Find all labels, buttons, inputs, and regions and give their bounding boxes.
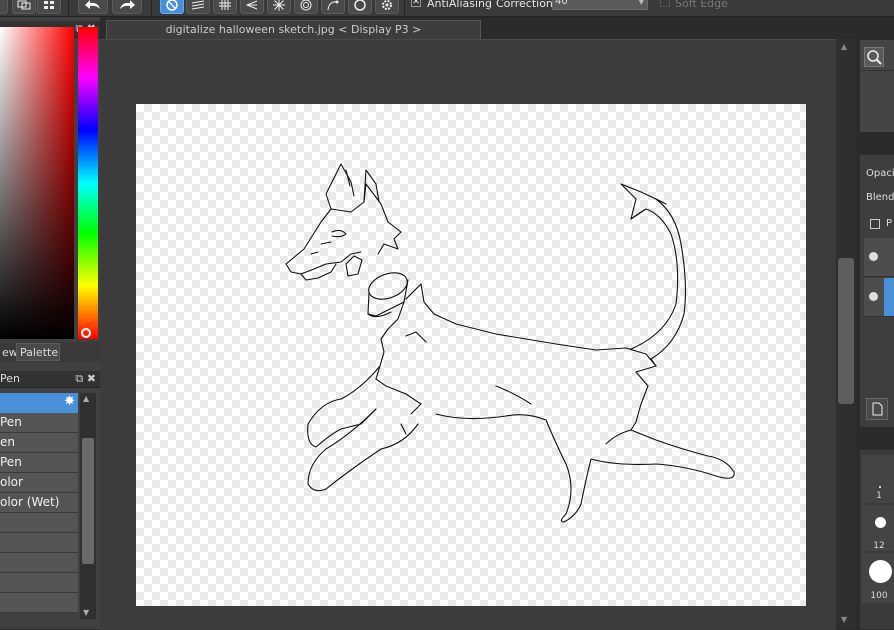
brush-panel-title: Pen [0,372,20,385]
layer-row-selected[interactable] [864,278,894,317]
opacity-label: Opaci [866,168,894,179]
sketch-lineart [285,163,735,523]
grid-icon [44,1,54,9]
brush-item[interactable] [0,533,78,553]
brush-scroll-thumb[interactable] [82,438,94,564]
scroll-down-icon[interactable]: ▼ [841,615,847,624]
new-layer-button[interactable] [866,398,888,420]
brush-item[interactable] [0,573,78,593]
gear-icon[interactable]: ✸ [64,394,75,409]
tab-view[interactable]: ew [0,343,18,361]
scroll-down-icon[interactable]: ▼ [83,608,89,617]
brush-list: Pen en Pen olor olor (Wet) [0,413,78,613]
antialiasing-label: AntiAliasing [427,0,492,10]
hue-slider[interactable] [78,27,98,339]
panel-controls[interactable]: ⧉ ✖ [75,372,96,386]
ellipse-button[interactable] [348,0,372,14]
brush-size-label: 100 [870,591,888,601]
curve-button[interactable] [321,0,345,14]
correction-label: Correction [496,0,553,10]
brush-size-label: 12 [873,541,885,551]
brush-item[interactable]: Pen [0,413,78,433]
chevron-down-icon: ▼ [638,0,644,6]
correction-select[interactable]: 40 ▼ [552,0,648,10]
radial-lines-icon [273,0,285,11]
brush-item[interactable] [0,513,78,533]
curve-icon [327,0,339,11]
color-panel-tabs: ew Palette [0,342,100,362]
zoom-button[interactable] [864,47,884,67]
soft-edge-label: Soft Edge [675,0,728,10]
concentric-circles-icon [300,0,312,11]
blending-label: Blendi [866,192,894,203]
brush-item[interactable]: olor (Wet) [0,493,78,513]
gear-icon [382,0,392,10]
settings-button[interactable] [375,0,399,14]
scroll-up-icon[interactable]: ▲ [83,394,89,403]
hue-marker[interactable] [81,328,91,338]
snap-off-button[interactable] [160,0,184,14]
brush-item[interactable]: en [0,433,78,453]
vanishing-point-button[interactable] [240,0,264,14]
scroll-up-icon[interactable]: ▲ [841,42,847,51]
redo-icon [120,0,135,9]
protect-alpha-checkbox[interactable] [870,219,880,229]
antialiasing-checkbox[interactable]: ✕ [411,0,421,7]
no-snap-icon [166,0,178,11]
correction-value: 40 [555,0,568,7]
ellipse-icon [354,0,366,11]
brush-list-header[interactable]: ✸ [0,393,78,413]
layers-icon [17,0,31,10]
magnifier-icon [867,50,882,65]
radial-lines-button[interactable] [267,0,291,14]
document-tab[interactable]: digitalize halloween sketch.jpg < Displa… [106,20,481,39]
vanishing-point-icon [246,0,258,10]
eye-icon[interactable] [869,252,878,261]
parallel-lines-icon [191,0,205,10]
protect-alpha-label: P [886,218,893,229]
brush-item[interactable]: olor [0,473,78,493]
redo-button[interactable] [112,0,142,14]
grid-tool-button[interactable] [37,0,61,14]
layers-tool-button[interactable] [12,0,36,14]
eye-icon[interactable] [869,292,878,301]
tab-palette[interactable]: Palette [16,343,60,361]
crosshatch-button[interactable] [213,0,237,14]
layer-row[interactable] [864,238,894,277]
brush-item[interactable] [0,553,78,573]
navigator-panel [860,40,894,132]
undo-button[interactable] [78,0,108,14]
color-saturation-field[interactable] [0,27,74,339]
drawing-canvas[interactable] [136,104,806,606]
tool-button[interactable] [0,0,8,14]
top-toolbar: ✕ AntiAliasing Correction 40 ▼ Soft Edge [0,0,894,17]
brush-panel-header: Pen ⧉ ✖ [0,371,100,388]
brush-item[interactable] [0,593,78,613]
brush-item[interactable]: Pen [0,453,78,473]
new-page-icon [872,402,883,416]
brush-size-label: 1 [876,491,882,501]
crosshatch-icon [219,0,231,10]
concentric-circles-button[interactable] [294,0,318,14]
soft-edge-checkbox[interactable] [660,0,670,7]
undo-icon [85,0,100,9]
vertical-scroll-thumb[interactable] [838,258,854,404]
parallel-lines-button[interactable] [186,0,210,14]
